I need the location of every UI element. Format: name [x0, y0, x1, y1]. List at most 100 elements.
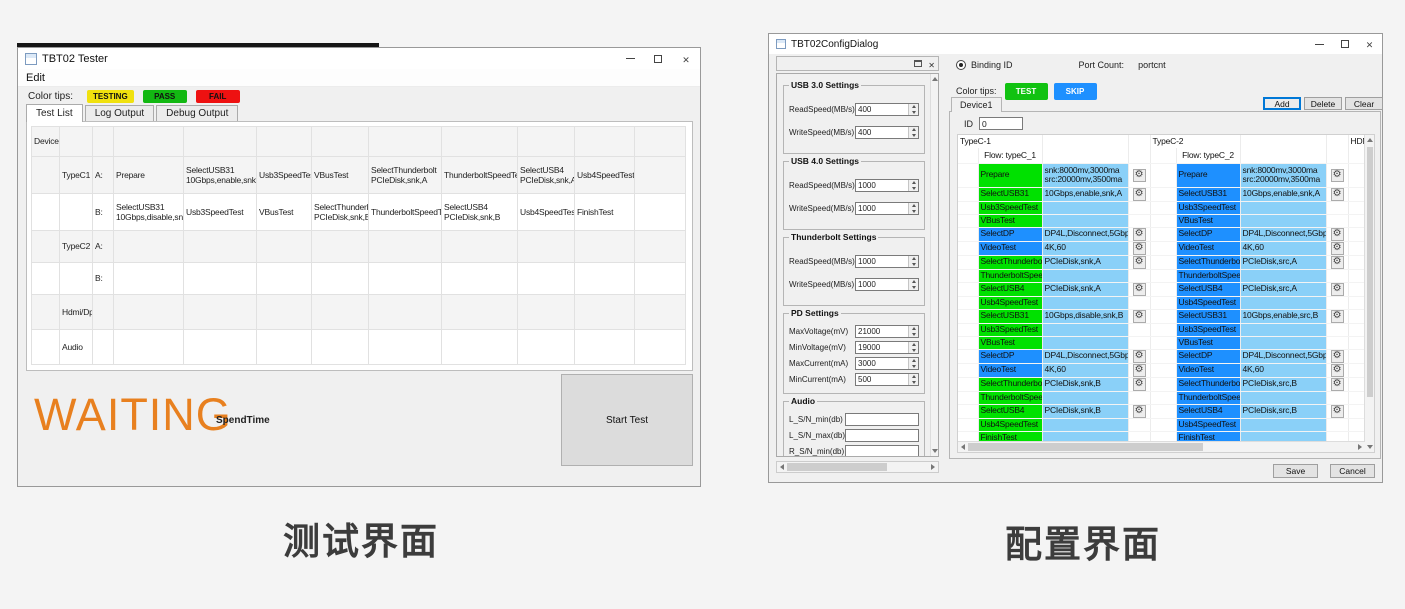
- test-grid-cell[interactable]: [93, 127, 114, 157]
- flow-test-cell[interactable]: Usb3SpeedTest: [978, 201, 1042, 214]
- test-grid-cell[interactable]: [32, 231, 60, 263]
- spinner-icon[interactable]: [908, 127, 918, 138]
- delete-button[interactable]: Delete: [1304, 97, 1342, 110]
- gear-icon[interactable]: [1133, 242, 1146, 255]
- test-grid-cell[interactable]: Prepare: [114, 157, 184, 194]
- scrollbar-thumb[interactable]: [968, 443, 1203, 451]
- field-input[interactable]: 3000: [855, 357, 919, 370]
- flow-test-cell[interactable]: VideoTest: [978, 241, 1042, 255]
- test-grid-cell[interactable]: [442, 330, 518, 365]
- test-grid-cell[interactable]: [60, 127, 93, 157]
- flow-test-cell[interactable]: SelectUSB4: [1176, 282, 1240, 296]
- field-input[interactable]: 19000: [855, 341, 919, 354]
- flow-test-cell[interactable]: Usb4SpeedTest: [1176, 296, 1240, 309]
- test-grid-cell[interactable]: [369, 263, 442, 295]
- test-grid-cell[interactable]: [257, 127, 312, 157]
- gear-icon[interactable]: [1331, 228, 1344, 241]
- flow-value-cell[interactable]: snk:8000mv,3000ma src:20000mv,3500ma: [1240, 163, 1326, 187]
- flow-value-cell[interactable]: [1240, 391, 1326, 404]
- flow-test-cell[interactable]: VBusTest: [1176, 214, 1240, 227]
- flow-test-cell[interactable]: SelectThunderbolt: [1176, 255, 1240, 269]
- flow-value-cell[interactable]: [1042, 214, 1128, 227]
- flow-value-cell[interactable]: [1240, 201, 1326, 214]
- flow-value-cell[interactable]: [1042, 336, 1128, 349]
- test-grid-cell[interactable]: [312, 263, 369, 295]
- test-grid-cell[interactable]: SelectThunderbolt PCIeDisk,snk,B: [312, 194, 369, 231]
- test-grid-cell[interactable]: B:: [93, 263, 114, 295]
- flow-value-cell[interactable]: 4K,60: [1042, 241, 1128, 255]
- grid-horizontal-scrollbar[interactable]: [958, 441, 1365, 452]
- dock-close-icon[interactable]: [928, 55, 935, 73]
- test-grid-cell[interactable]: [184, 231, 257, 263]
- test-grid-cell[interactable]: SelectUSB4 PCIeDisk,snk,B: [442, 194, 518, 231]
- test-grid-cell[interactable]: [518, 127, 575, 157]
- field-input[interactable]: 400: [855, 103, 919, 116]
- test-grid-cell[interactable]: [442, 263, 518, 295]
- flow-test-cell[interactable]: SelectUSB4: [978, 282, 1042, 296]
- gear-icon[interactable]: [1133, 283, 1146, 296]
- flow-test-cell[interactable]: Usb3SpeedTest: [1176, 323, 1240, 336]
- maximize-button[interactable]: [1332, 34, 1357, 54]
- gear-icon[interactable]: [1133, 169, 1146, 182]
- close-button[interactable]: [1357, 34, 1382, 54]
- test-grid-cell[interactable]: [93, 295, 114, 330]
- gear-icon[interactable]: [1133, 228, 1146, 241]
- test-grid-cell[interactable]: Usb3SpeedTest: [184, 194, 257, 231]
- flow-test-cell[interactable]: VideoTest: [1176, 241, 1240, 255]
- field-input[interactable]: 500: [855, 373, 919, 386]
- flow-value-cell[interactable]: 4K,60: [1240, 241, 1326, 255]
- test-grid-cell[interactable]: [114, 127, 184, 157]
- maximize-button[interactable]: [644, 48, 672, 69]
- test-grid-cell[interactable]: [184, 127, 257, 157]
- field-input[interactable]: [845, 445, 919, 457]
- flow-test-cell[interactable]: VideoTest: [978, 363, 1042, 377]
- flow-test-cell[interactable]: SelectUSB4: [978, 404, 1042, 418]
- flow-test-cell[interactable]: ThunderboltSpeedTest: [978, 269, 1042, 282]
- test-grid-cell[interactable]: [312, 295, 369, 330]
- flow-value-cell[interactable]: 10Gbps,enable,snk,A: [1240, 187, 1326, 201]
- flow-value-cell[interactable]: [1042, 201, 1128, 214]
- flow-test-cell[interactable]: SelectDP: [1176, 349, 1240, 363]
- test-grid-cell[interactable]: ThunderboltSpeedTest: [369, 194, 442, 231]
- flow-test-cell[interactable]: VideoTest: [1176, 363, 1240, 377]
- test-grid-cell[interactable]: [575, 263, 635, 295]
- field-input[interactable]: 21000: [855, 325, 919, 338]
- test-grid-cell[interactable]: B:: [93, 194, 114, 231]
- test-grid-cell[interactable]: [369, 231, 442, 263]
- scrollbar-thumb[interactable]: [1367, 147, 1373, 397]
- test-grid-cell[interactable]: [635, 263, 686, 295]
- spinner-icon[interactable]: [908, 374, 918, 385]
- spinner-icon[interactable]: [908, 279, 918, 290]
- test-grid-cell[interactable]: [369, 295, 442, 330]
- flow-value-cell[interactable]: 10Gbps,enable,snk,A: [1042, 187, 1128, 201]
- flow-test-cell[interactable]: Prepare: [1176, 163, 1240, 187]
- settings-vertical-scrollbar[interactable]: [930, 74, 938, 456]
- flow-value-cell[interactable]: [1042, 323, 1128, 336]
- test-grid-cell[interactable]: [184, 263, 257, 295]
- id-input[interactable]: 0: [979, 117, 1023, 130]
- test-grid-cell[interactable]: [60, 194, 93, 231]
- flow-value-cell[interactable]: [1240, 336, 1326, 349]
- flow-value-cell[interactable]: PCIeDisk,snk,A: [1042, 282, 1128, 296]
- test-grid-cell[interactable]: [312, 231, 369, 263]
- spinner-icon[interactable]: [908, 342, 918, 353]
- test-grid-cell[interactable]: FinishTest: [575, 194, 635, 231]
- tab-log-output[interactable]: Log Output: [85, 105, 154, 122]
- tab-debug-output[interactable]: Debug Output: [156, 105, 238, 122]
- flow-test-cell[interactable]: SelectUSB31: [978, 309, 1042, 323]
- flow-value-cell[interactable]: [1042, 418, 1128, 431]
- test-grid-cell[interactable]: [184, 295, 257, 330]
- flow-value-cell[interactable]: PCIeDisk,src,A: [1240, 255, 1326, 269]
- flow-value-cell[interactable]: PCIeDisk,src,B: [1240, 404, 1326, 418]
- gear-icon[interactable]: [1133, 188, 1146, 201]
- test-grid-cell[interactable]: [635, 330, 686, 365]
- dock-float-icon[interactable]: [914, 60, 922, 67]
- flow-test-cell[interactable]: ThunderboltSpeedTest: [1176, 269, 1240, 282]
- test-grid-cell[interactable]: [257, 330, 312, 365]
- flow-test-cell[interactable]: Usb4SpeedTest: [1176, 418, 1240, 431]
- flow-test-cell[interactable]: ThunderboltSpeedTest: [978, 391, 1042, 404]
- spinner-icon[interactable]: [908, 203, 918, 214]
- test-grid-cell[interactable]: TypeC2: [60, 231, 93, 263]
- gear-icon[interactable]: [1331, 188, 1344, 201]
- test-grid-cell[interactable]: SelectThunderbolt PCIeDisk,snk,A: [369, 157, 442, 194]
